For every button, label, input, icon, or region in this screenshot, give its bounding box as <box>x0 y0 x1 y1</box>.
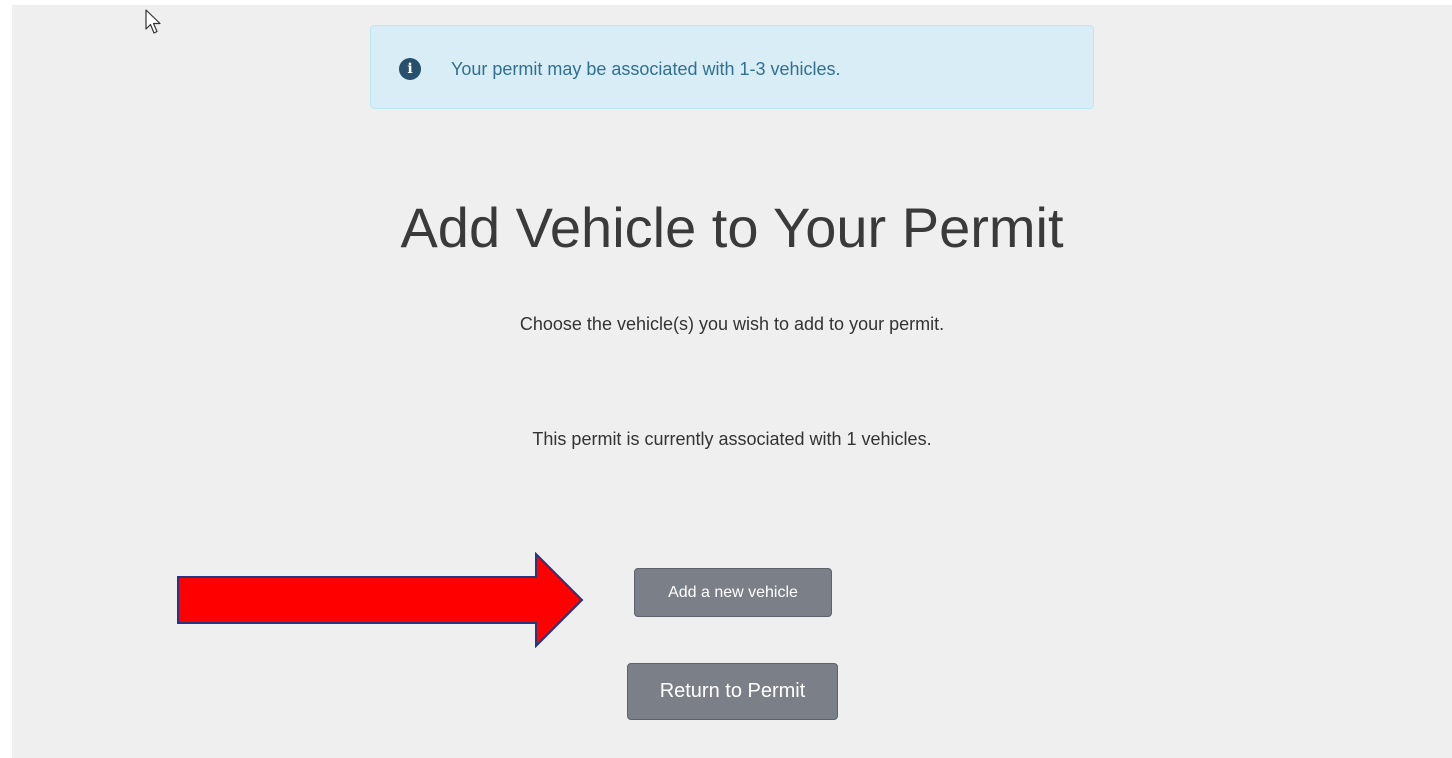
vehicle-count-status: This permit is currently associated with… <box>532 429 932 449</box>
page-title: Add Vehicle to Your Permit <box>400 196 1064 259</box>
mouse-pointer-icon <box>145 9 161 34</box>
alert-message: Your permit may be associated with 1-3 v… <box>451 59 841 79</box>
return-to-permit-button[interactable]: Return to Permit <box>627 663 838 720</box>
add-new-vehicle-button[interactable]: Add a new vehicle <box>634 568 832 617</box>
info-alert: i Your permit may be associated with 1-3… <box>370 25 1094 109</box>
page-instructions: Choose the vehicle(s) you wish to add to… <box>519 314 945 334</box>
info-icon: i <box>399 58 421 80</box>
right-arrow-icon <box>177 552 584 648</box>
